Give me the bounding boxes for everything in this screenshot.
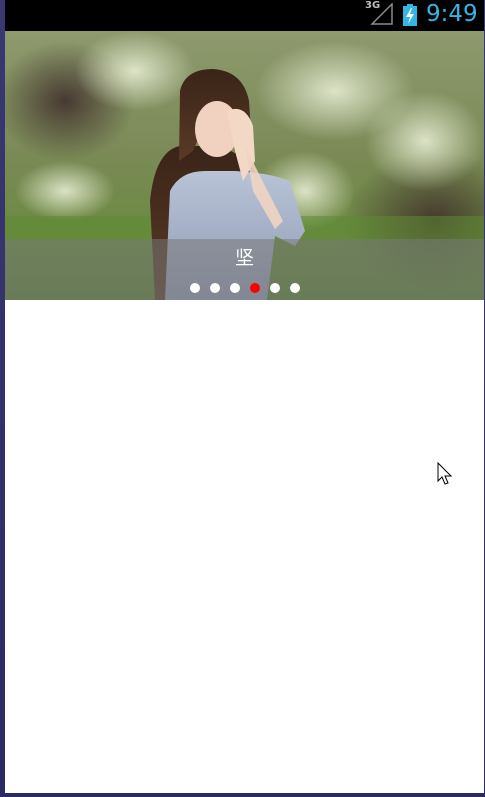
battery-charging-icon bbox=[403, 4, 417, 26]
indicator-dot[interactable] bbox=[230, 283, 240, 293]
content-area bbox=[5, 300, 484, 793]
indicator-dot[interactable] bbox=[290, 283, 300, 293]
carousel-caption-bar: 坚 bbox=[5, 239, 484, 300]
status-bar: 3G 9:49 bbox=[5, 0, 484, 31]
device-frame: 3G 9:49 坚 bbox=[0, 0, 485, 797]
indicator-dot[interactable] bbox=[190, 283, 200, 293]
mouse-pointer-icon bbox=[437, 462, 453, 485]
status-clock: 9:49 bbox=[426, 1, 478, 27]
indicator-dot[interactable] bbox=[270, 283, 280, 293]
signal-icon bbox=[370, 3, 393, 25]
indicator-dot[interactable] bbox=[210, 283, 220, 293]
phone-screen: 3G 9:49 坚 bbox=[5, 0, 484, 793]
indicator-dot-active[interactable] bbox=[250, 283, 260, 293]
image-carousel[interactable]: 坚 bbox=[5, 31, 484, 300]
carousel-caption: 坚 bbox=[234, 247, 254, 269]
